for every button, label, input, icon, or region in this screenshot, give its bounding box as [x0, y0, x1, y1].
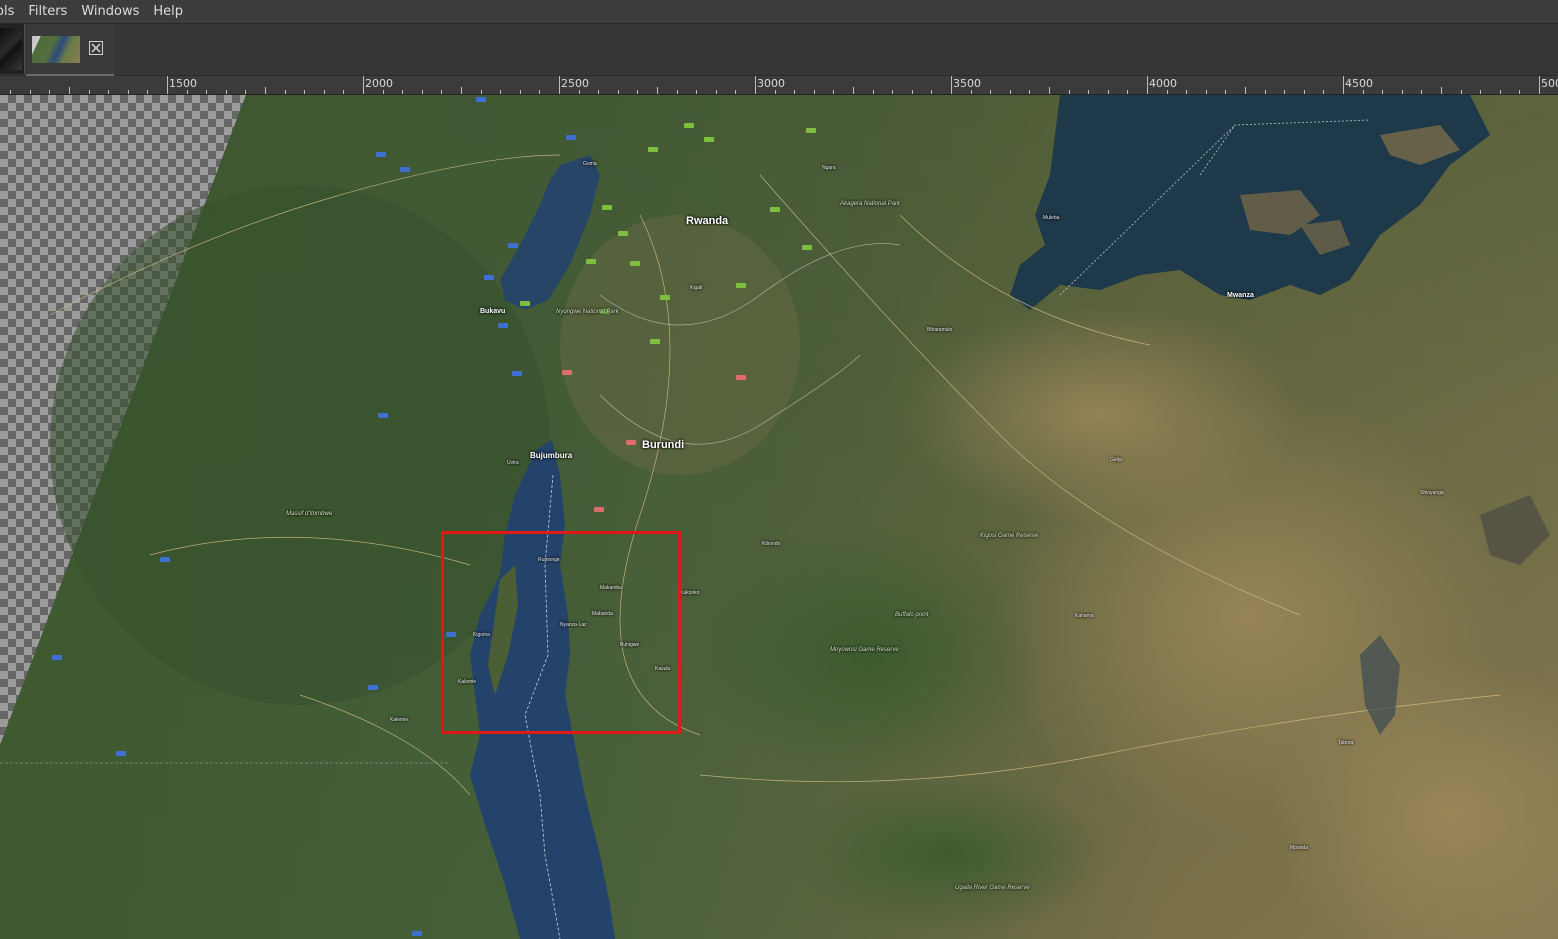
ruler-label: 1500	[169, 77, 197, 90]
map-label-town: Geita	[1110, 457, 1122, 463]
menu-windows[interactable]: Windows	[74, 0, 146, 23]
map-label-town: Kahama	[1075, 613, 1094, 619]
ruler-label: 3500	[953, 77, 981, 90]
ruler-label: 500	[1541, 77, 1558, 90]
map-label-city: Bujumbura	[530, 451, 573, 460]
map-label-town: Mpanda	[1290, 845, 1309, 851]
satellite-map-image	[0, 95, 1558, 939]
map-label-park: Ugalla River Game Reserve	[955, 885, 1030, 891]
close-x-icon[interactable]	[89, 41, 103, 55]
ruler-label: 4500	[1345, 77, 1373, 90]
map-label-town: Biharamulo	[927, 327, 953, 333]
ruler-label: 4000	[1149, 77, 1177, 90]
image-canvas[interactable]: Rwanda Burundi Bujumbura Bukavu Mwanza N…	[0, 95, 1558, 939]
horizontal-ruler[interactable]: 1500 2000 2500 3000 3500 4000 4500 500	[0, 76, 1558, 95]
map-label-country: Rwanda	[686, 215, 729, 227]
map-label-town: Kigali	[690, 285, 703, 291]
map-label-town: Ngara	[822, 165, 836, 171]
image-tab-1[interactable]	[0, 24, 25, 74]
map-label-town: Kibondo	[762, 541, 781, 547]
image-thumbnail	[32, 36, 80, 63]
map-label-town: Shinyanga	[1420, 490, 1444, 496]
map-label-park: Nyungwe National Park	[556, 309, 619, 315]
map-label-park: Buffalo point	[895, 612, 929, 618]
map-label-park: Akagera National Park	[840, 201, 901, 207]
map-label-town: Tabora	[1338, 740, 1354, 746]
map-label-country: Burundi	[642, 439, 685, 451]
map-label-town: Uvira	[507, 460, 519, 466]
map-label-town: Kalemie	[390, 717, 409, 723]
selection-rectangle[interactable]	[441, 531, 681, 734]
map-label-town: Muleba	[1043, 215, 1060, 221]
menu-help[interactable]: Help	[146, 0, 190, 23]
image-tab-bar	[0, 24, 1558, 76]
ruler-label: 3000	[757, 77, 785, 90]
map-label-park: Moyowosi Game Reserve	[830, 647, 899, 653]
ruler-label: 2500	[561, 77, 589, 90]
map-label-town: Kakonko	[680, 590, 700, 596]
map-label-park: Massif d'Itombwe	[286, 511, 333, 517]
map-label-city: Bukavu	[480, 308, 506, 315]
menubar: ols Filters Windows Help	[0, 0, 1558, 24]
menu-filters[interactable]: Filters	[21, 0, 74, 23]
image-tab-2[interactable]	[26, 24, 114, 76]
map-label-town: Goma	[583, 161, 597, 167]
map-label-city: Mwanza	[1227, 292, 1254, 299]
map-label-park: Kigosi Game Reserve	[980, 533, 1039, 539]
image-thumbnail	[0, 28, 22, 70]
ruler-label: 2000	[365, 77, 393, 90]
menu-tools[interactable]: ols	[0, 0, 21, 23]
